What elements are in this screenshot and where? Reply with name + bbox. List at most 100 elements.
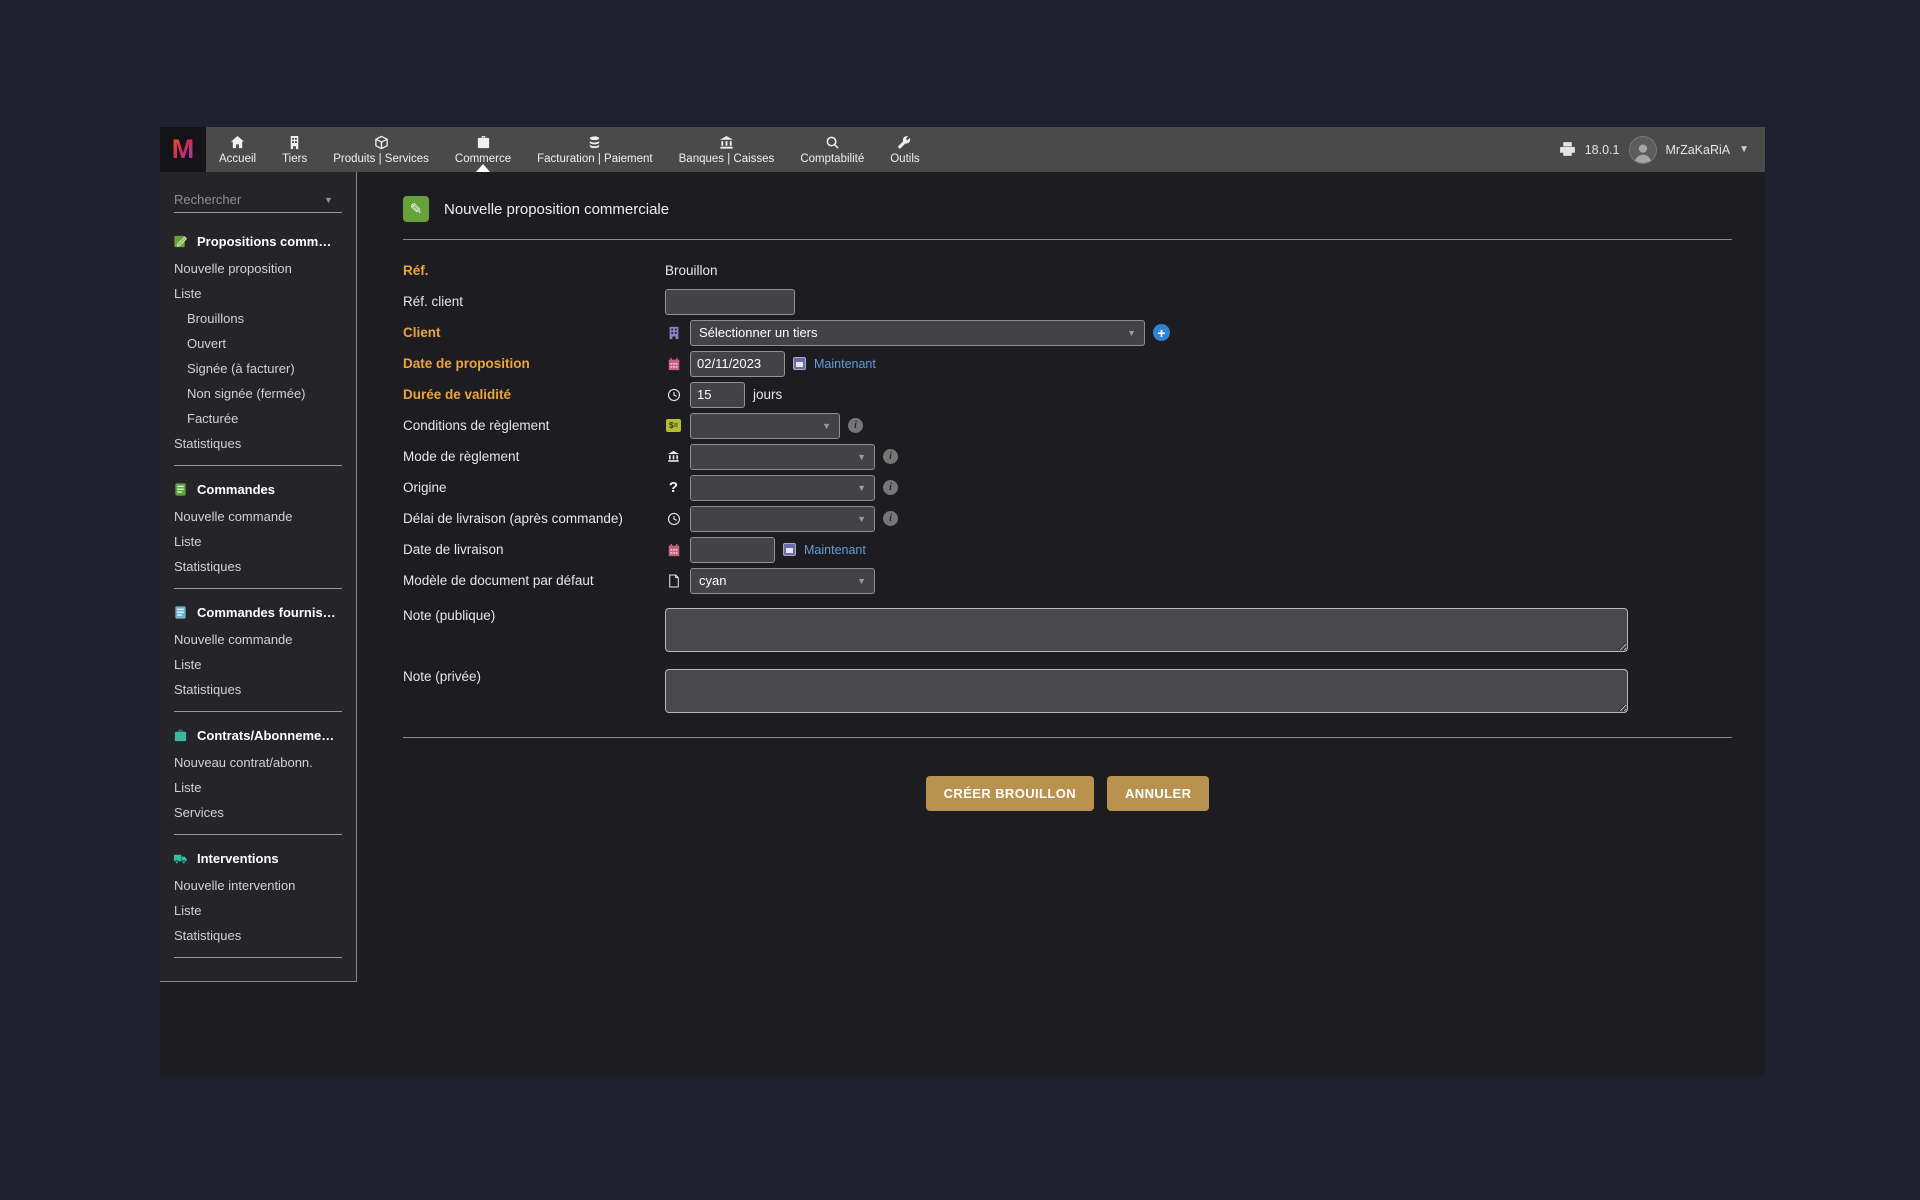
- briefcase-icon: [476, 135, 491, 150]
- note-privee-textarea[interactable]: [665, 669, 1628, 713]
- sidebar-item-statistiques-commandes-fournisseurs[interactable]: Statistiques: [160, 677, 356, 702]
- nav-label: Commerce: [455, 153, 511, 165]
- sidebar-item-statistiques-commandes[interactable]: Statistiques: [160, 554, 356, 579]
- nav-label: Accueil: [219, 153, 256, 165]
- client-select[interactable]: Sélectionner un tiers ▼: [690, 320, 1145, 346]
- nav-label: Produits | Services: [333, 153, 429, 165]
- client-building-icon: [665, 326, 682, 340]
- note-publique-textarea[interactable]: [665, 608, 1628, 652]
- nav-item-outils[interactable]: Outils: [877, 127, 932, 172]
- mode-reglement-select[interactable]: ▼: [690, 444, 875, 470]
- search-input[interactable]: [174, 192, 324, 207]
- select-arrow-icon: ▼: [857, 452, 866, 462]
- nav-item-produits-services[interactable]: Produits | Services: [320, 127, 442, 172]
- payment-terms-icon: $=: [665, 419, 682, 432]
- title-divider: [403, 239, 1732, 240]
- calendar-icon: [665, 357, 682, 371]
- sidebar-item-non-signee[interactable]: Non signée (fermée): [160, 381, 356, 406]
- sidebar-item-nouveau-contrat[interactable]: Nouveau contrat/abonn.: [160, 750, 356, 775]
- supplier-order-icon: [173, 605, 188, 620]
- create-draft-button[interactable]: CRÉER BROUILLON: [926, 776, 1094, 811]
- ref-label: Réf.: [403, 263, 665, 278]
- coins-icon: [587, 135, 602, 150]
- nav-item-banques-caisses[interactable]: Banques | Caisses: [666, 127, 788, 172]
- app-logo[interactable]: M: [160, 127, 206, 172]
- now-link-livraison[interactable]: Maintenant: [804, 543, 866, 557]
- nav-item-commerce[interactable]: Commerce: [442, 127, 524, 172]
- avatar[interactable]: [1629, 136, 1657, 164]
- client-select-value: Sélectionner un tiers: [699, 325, 818, 340]
- navbar-right: 18.0.1 MrZaKaRiA ▼: [1559, 127, 1765, 172]
- add-client-button[interactable]: +: [1153, 324, 1170, 341]
- section-title-label: Interventions: [197, 851, 279, 866]
- sidebar-item-nouvelle-proposition[interactable]: Nouvelle proposition: [160, 256, 356, 281]
- duree-validite-input[interactable]: [690, 382, 745, 408]
- sidebar-item-liste-contrats[interactable]: Liste: [160, 775, 356, 800]
- delai-livraison-label: Délai de livraison (après commande): [403, 511, 665, 526]
- sidebar-item-statistiques-propositions[interactable]: Statistiques: [160, 431, 356, 456]
- sidebar-item-liste-interventions[interactable]: Liste: [160, 898, 356, 923]
- question-icon: ?: [665, 479, 682, 496]
- ref-client-input[interactable]: [665, 289, 795, 315]
- calendar-picker-icon[interactable]: [793, 357, 806, 370]
- sidebar-item-signee[interactable]: Signée (à facturer): [160, 356, 356, 381]
- user-name[interactable]: MrZaKaRiA: [1666, 143, 1731, 157]
- nav-item-comptabilite[interactable]: Comptabilité: [787, 127, 877, 172]
- cancel-button[interactable]: ANNULER: [1107, 776, 1209, 811]
- select-arrow-icon: ▼: [857, 514, 866, 524]
- sidebar-divider: [174, 711, 342, 712]
- nav-item-tiers[interactable]: Tiers: [269, 127, 320, 172]
- sidebar-item-nouvelle-commande[interactable]: Nouvelle commande: [160, 504, 356, 529]
- version-label: 18.0.1: [1585, 143, 1620, 157]
- nav-item-accueil[interactable]: Accueil: [206, 127, 269, 172]
- sidebar-item-nouvelle-intervention[interactable]: Nouvelle intervention: [160, 873, 356, 898]
- form-row-modele-document: Modèle de document par défaut cyan ▼: [403, 565, 1732, 596]
- now-link-proposition[interactable]: Maintenant: [814, 357, 876, 371]
- nav-label: Outils: [890, 153, 919, 165]
- sidebar-section-propositions[interactable]: Propositions comm…: [160, 227, 356, 256]
- nav-item-facturation-paiement[interactable]: Facturation | Paiement: [524, 127, 666, 172]
- sidebar-item-brouillons[interactable]: Brouillons: [160, 306, 356, 331]
- sidebar-item-liste-commandes[interactable]: Liste: [160, 529, 356, 554]
- date-livraison-label: Date de livraison: [403, 542, 665, 557]
- main-content: ✎ Nouvelle proposition commerciale Réf. …: [358, 172, 1765, 811]
- conditions-reglement-select[interactable]: ▼: [690, 413, 840, 439]
- sidebar-search: ▼: [174, 192, 342, 213]
- home-icon: [230, 135, 245, 150]
- date-proposition-label: Date de proposition: [403, 356, 665, 371]
- form-row-duree-validite: Durée de validité jours: [403, 379, 1732, 410]
- sidebar-section-commandes[interactable]: Commandes: [160, 475, 356, 504]
- conditions-reglement-label: Conditions de règlement: [403, 418, 665, 433]
- sidebar-item-services-contrats[interactable]: Services: [160, 800, 356, 825]
- modele-document-select[interactable]: cyan ▼: [690, 568, 875, 594]
- search-dropdown-icon[interactable]: ▼: [324, 195, 333, 205]
- printer-icon[interactable]: [1559, 141, 1576, 158]
- modele-document-label: Modèle de document par défaut: [403, 573, 665, 588]
- sidebar-section-contrats[interactable]: Contrats/Abonneme…: [160, 721, 356, 750]
- calendar-picker-icon[interactable]: [783, 543, 796, 556]
- section-title-label: Commandes fournis…: [197, 605, 336, 620]
- sidebar-section-commandes-fournisseurs[interactable]: Commandes fournis…: [160, 598, 356, 627]
- sidebar-item-statistiques-interventions[interactable]: Statistiques: [160, 923, 356, 948]
- origine-select[interactable]: ▼: [690, 475, 875, 501]
- sidebar-item-facturee[interactable]: Facturée: [160, 406, 356, 431]
- duree-unit-label: jours: [753, 387, 782, 402]
- form-row-date-livraison: Date de livraison Maintenant: [403, 534, 1732, 565]
- form-row-conditions-reglement: Conditions de règlement $= ▼ i: [403, 410, 1732, 441]
- chevron-down-icon[interactable]: ▼: [1739, 144, 1749, 155]
- document-icon: [665, 574, 682, 588]
- wrench-icon: [897, 135, 912, 150]
- sidebar-item-ouvert[interactable]: Ouvert: [160, 331, 356, 356]
- date-proposition-input[interactable]: [690, 351, 785, 377]
- form-row-delai-livraison: Délai de livraison (après commande) ▼ i: [403, 503, 1732, 534]
- top-navbar: M Accueil Tiers Produits | Services Comm…: [160, 127, 1765, 172]
- date-livraison-input[interactable]: [690, 537, 775, 563]
- sidebar-item-liste-propositions[interactable]: Liste: [160, 281, 356, 306]
- sidebar-section-interventions[interactable]: Interventions: [160, 844, 356, 873]
- section-title-label: Commandes: [197, 482, 275, 497]
- sidebar-item-liste-commandes-fournisseurs[interactable]: Liste: [160, 652, 356, 677]
- note-privee-label: Note (privée): [403, 669, 665, 684]
- sidebar-item-nouvelle-commande-fournisseur[interactable]: Nouvelle commande: [160, 627, 356, 652]
- bank-small-icon: [665, 450, 682, 463]
- delai-livraison-select[interactable]: ▼: [690, 506, 875, 532]
